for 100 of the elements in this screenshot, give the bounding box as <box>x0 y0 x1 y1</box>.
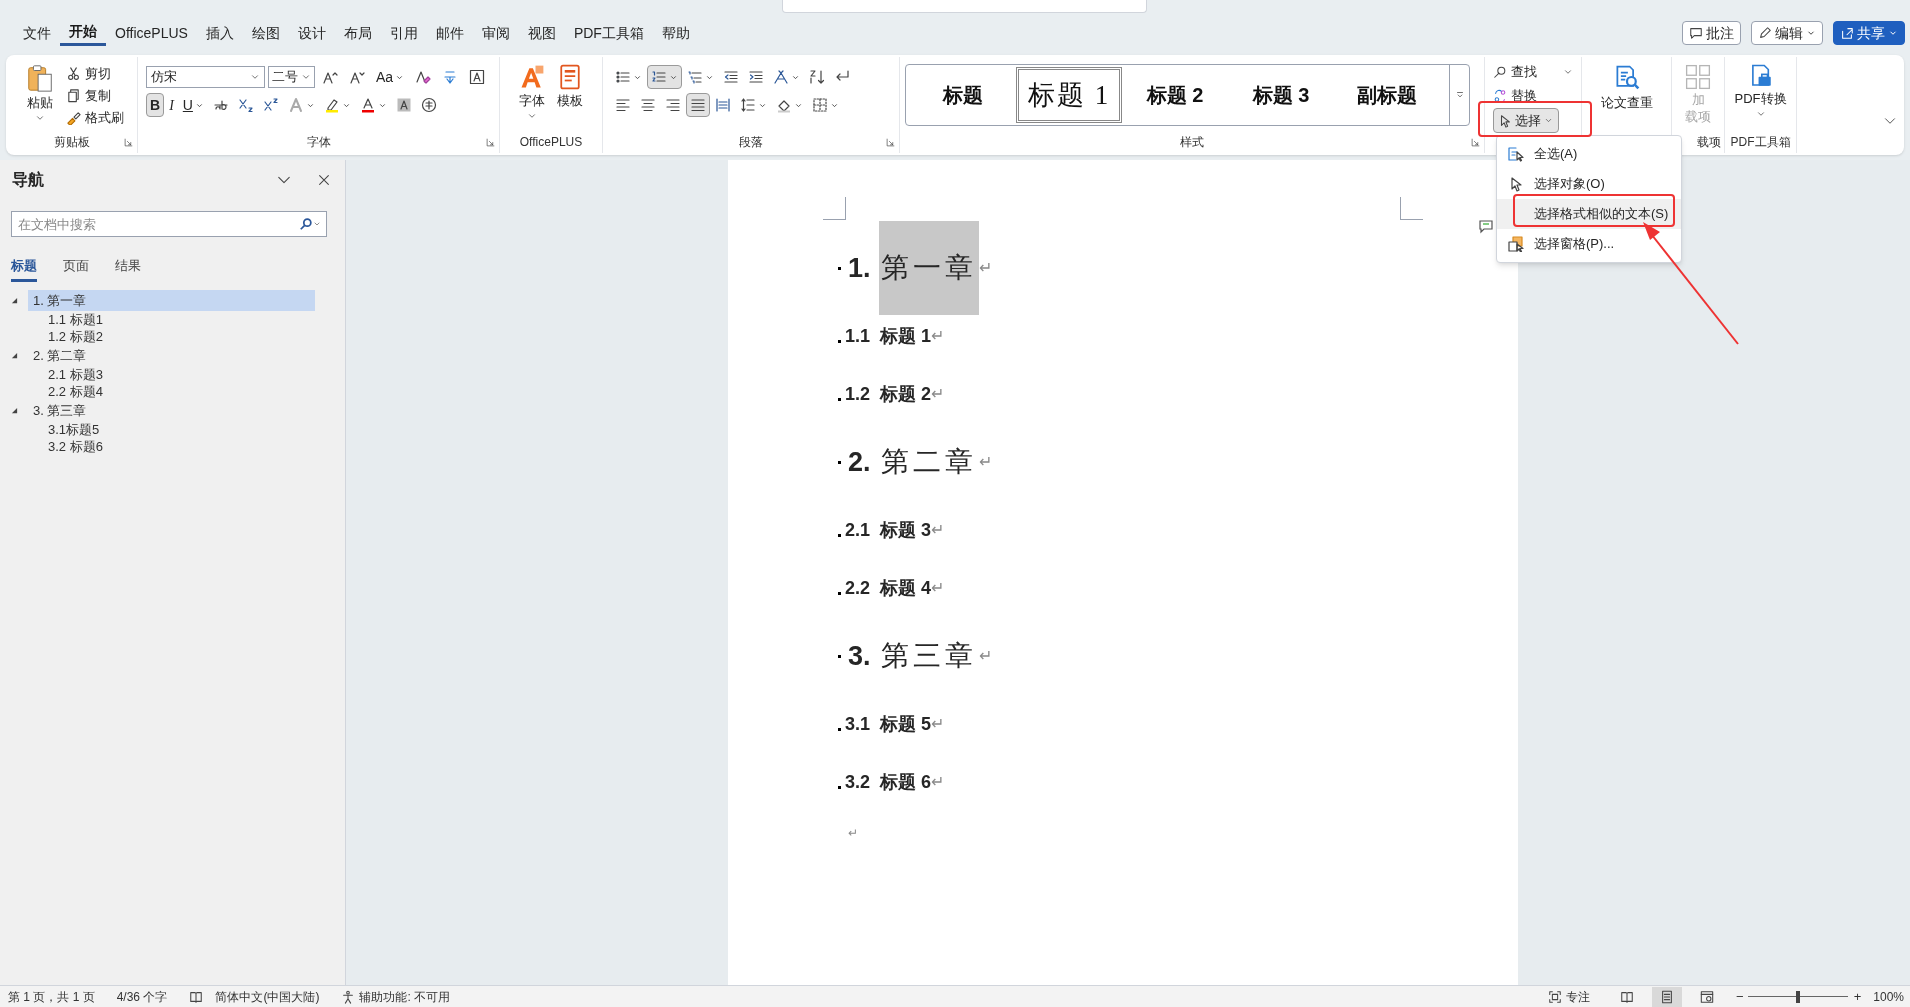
search-icon[interactable] <box>299 217 313 231</box>
search-field[interactable] <box>782 0 1147 13</box>
caret-icon <box>250 72 260 82</box>
menu-tab[interactable]: 设计 <box>288 20 335 46</box>
book-icon[interactable] <box>189 989 204 1004</box>
heading-number: 3.1 <box>845 712 871 736</box>
font-name-field[interactable]: 仿宋 <box>146 66 265 88</box>
comment-icon[interactable] <box>1478 218 1494 234</box>
align-left-icon <box>615 97 631 113</box>
toolbar-button[interactable]: I <box>165 93 178 117</box>
toolbar-button[interactable]: B <box>146 93 165 117</box>
group-label: 字体 <box>306 134 331 152</box>
dialog-launcher-icon[interactable] <box>1471 138 1480 148</box>
menu-tab[interactable]: OfficePLUS <box>106 20 197 46</box>
chevron-down-icon[interactable] <box>1884 115 1896 127</box>
style-item[interactable]: 标题 2 <box>1122 67 1228 123</box>
menu-tab[interactable]: 审阅 <box>472 20 519 46</box>
slider-thumb[interactable] <box>1795 990 1800 1003</box>
replace-button[interactable]: 替换 <box>1493 84 1581 107</box>
copy-button[interactable]: 复制 <box>66 85 124 106</box>
dialog-launcher-icon[interactable] <box>886 138 895 148</box>
view-button[interactable] <box>1652 986 1683 1007</box>
nav-tab[interactable]: 结果 <box>115 252 141 282</box>
dialog-launcher-icon[interactable] <box>486 138 495 148</box>
editing-mode-button[interactable]: 编辑 <box>1751 21 1823 45</box>
zoom-out-button[interactable]: − <box>1736 986 1744 1007</box>
focus-button[interactable]: 专注 <box>1548 987 1591 1006</box>
menu-tab[interactable]: 文件 <box>14 20 60 46</box>
toolbar-button[interactable]: Aa <box>372 65 409 89</box>
menu-tab[interactable]: 开始 <box>60 20 106 46</box>
select-button[interactable]: 选择 <box>1493 108 1559 133</box>
toolbar-button[interactable]: U <box>178 93 208 117</box>
zoom-slider[interactable] <box>1747 990 1848 1003</box>
heading-item[interactable]: 1.1 标题1 <box>44 311 107 328</box>
style-item[interactable]: 标题 1 <box>1016 67 1122 123</box>
heading-text: 第二章 <box>879 444 978 480</box>
search-field[interactable]: 在文档中搜索 <box>11 211 327 237</box>
heading-item[interactable]: 1. 第一章 <box>28 290 315 311</box>
list-marker-icon <box>838 727 841 731</box>
heading-number: 2. <box>848 445 871 479</box>
dialog-launcher-icon[interactable] <box>124 138 133 148</box>
expanded-triangle-icon[interactable] <box>10 297 18 304</box>
paragraph-mark: ↵ <box>848 825 858 842</box>
page-count[interactable]: 第 1 页，共 1 页 <box>8 987 95 1006</box>
heading-item[interactable]: 3.2 标题6 <box>44 438 107 455</box>
zoom-in-button[interactable]: + <box>1853 986 1862 1007</box>
style-item[interactable]: 标题 3 <box>1228 67 1334 123</box>
cut-button[interactable]: 剪切 <box>66 63 124 84</box>
heading-item[interactable]: 2.1 标题3 <box>44 366 107 383</box>
paragraph-mark: ↵ <box>931 714 945 734</box>
list-marker-icon <box>838 591 841 595</box>
style-item[interactable]: 标题 <box>910 67 1016 123</box>
format-painter-button[interactable]: 格式刷 <box>66 107 124 128</box>
find-button[interactable]: 查找 <box>1493 61 1573 83</box>
group-label: 载项 <box>1697 134 1721 152</box>
menu-tab[interactable]: 布局 <box>334 20 381 46</box>
heading-number: 1. <box>848 251 871 285</box>
increase-indent-icon <box>748 69 764 85</box>
group-label: 段落 <box>739 134 763 152</box>
language-status[interactable]: 简体中文(中国大陆) <box>215 987 320 1006</box>
heading-item[interactable]: 1.2 标题2 <box>44 328 107 345</box>
paste-button[interactable]: 粘贴 <box>20 63 60 123</box>
decrease-indent-icon <box>723 69 739 85</box>
heading-item[interactable]: 2. 第二章 <box>28 345 315 366</box>
heading-item[interactable]: 3.1标题5 <box>44 421 104 438</box>
menu-item[interactable]: 选择格式相似的文本(S) <box>1497 199 1681 229</box>
menu-item[interactable]: 全选(A) <box>1497 139 1681 169</box>
menu-tab[interactable]: 绘图 <box>242 20 289 46</box>
style-item[interactable]: 副标题 <box>1334 67 1440 123</box>
nav-tab[interactable]: 页面 <box>63 252 89 282</box>
toolbar-button[interactable] <box>686 93 710 117</box>
zoom-percent[interactable]: 100% <box>1873 987 1904 1006</box>
accessibility-icon[interactable] <box>341 989 356 1004</box>
comments-button[interactable]: 批注 <box>1682 21 1741 45</box>
word-count[interactable]: 4/36 个字 <box>116 987 168 1006</box>
copy-icon <box>66 88 81 103</box>
heading-item[interactable]: 3. 第三章 <box>28 400 315 421</box>
group-label: 剪贴板 <box>53 134 90 152</box>
share-button[interactable]: 共享 <box>1833 21 1905 45</box>
expanded-triangle-icon[interactable] <box>10 352 18 359</box>
accessibility-status[interactable]: 辅助功能: 不可用 <box>359 987 451 1006</box>
expanded-triangle-icon[interactable] <box>10 407 18 414</box>
menu-tab[interactable]: 引用 <box>380 20 427 46</box>
ribbon-button[interactable]: 模板 <box>556 63 584 111</box>
justify-icon <box>690 97 706 113</box>
paragraph-mark: ↵ <box>931 578 945 598</box>
pdf-convert-button[interactable]: PDF转换 <box>1734 63 1787 132</box>
list-marker-icon <box>838 266 841 270</box>
thesis-check-button[interactable]: 论文查重 <box>1600 63 1653 132</box>
menu-tab[interactable]: 帮助 <box>652 20 699 46</box>
close-icon[interactable] <box>317 173 331 187</box>
heading-text: 标题 6 <box>880 770 932 794</box>
menu-tab[interactable]: 邮件 <box>426 20 473 46</box>
nav-tab[interactable]: 标题 <box>11 252 37 282</box>
heading-item[interactable]: 2.2 标题4 <box>44 383 107 400</box>
menu-tab[interactable]: 插入 <box>196 20 243 46</box>
menu-tab[interactable]: 视图 <box>518 20 565 46</box>
font-size-field[interactable]: 二号 <box>268 66 315 88</box>
menu-tab[interactable]: PDF工具箱 <box>564 20 653 46</box>
ribbon-button[interactable]: 字体 <box>518 63 546 121</box>
